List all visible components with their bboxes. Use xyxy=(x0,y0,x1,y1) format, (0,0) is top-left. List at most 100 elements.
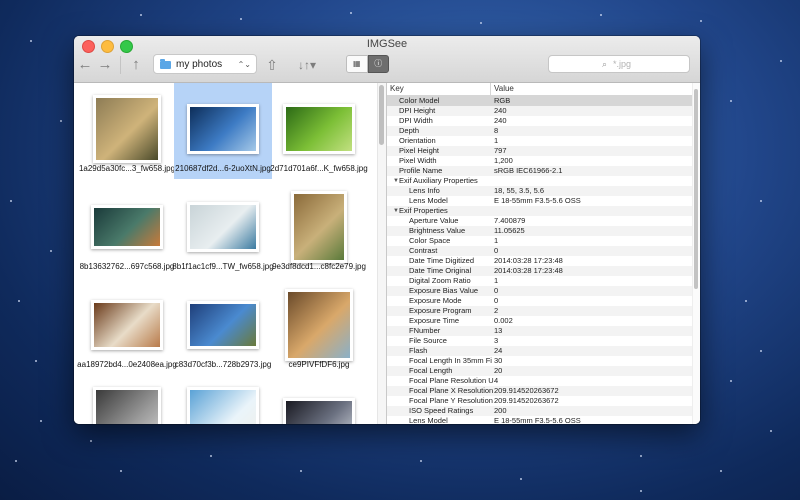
metadata-row[interactable]: Color Space 1 xyxy=(387,236,700,246)
back-arrow-icon[interactable]: ← xyxy=(76,55,94,75)
metadata-value: 2014:03:28 17:23:48 xyxy=(494,256,563,265)
metadata-row[interactable]: Orientation 1 xyxy=(387,136,700,146)
image-tile[interactable]: 1a29d5a30fc...3_fw658.jpg xyxy=(78,83,176,179)
metadata-row[interactable]: Lens Model E 18-55mm F3.5-5.6 OSS xyxy=(387,416,700,424)
column-separator[interactable] xyxy=(490,83,491,95)
image-tile[interactable]: aa18972bd4...0e2408ea.jpg xyxy=(77,277,177,375)
metadata-key: Brightness Value xyxy=(409,226,466,235)
browser-scrollbar[interactable] xyxy=(377,83,386,424)
metadata-key: Digital Zoom Ratio xyxy=(409,276,471,285)
metadata-row[interactable]: Focal Length 20 xyxy=(387,366,700,376)
metadata-row[interactable]: Focal Plane X Resolution 209.914520263672 xyxy=(387,386,700,396)
image-tile[interactable]: 9e3df8dcd1...c8fc2e79.jpg xyxy=(270,179,368,277)
metadata-key: Exposure Time xyxy=(409,316,460,325)
metadata-row[interactable]: File Source 3 xyxy=(387,336,700,346)
image-tile[interactable]: 8b1f1ac1cf9...TW_fw658.jpg xyxy=(172,179,274,277)
metadata-value: 0.002 xyxy=(494,316,513,325)
metadata-row[interactable]: Aperture Value 7.400879 xyxy=(387,216,700,226)
metadata-row[interactable]: Date Time Digitized 2014:03:28 17:23:48 xyxy=(387,256,700,266)
metadata-row[interactable]: Depth 8 xyxy=(387,126,700,136)
metadata-group-row[interactable]: ▼ Exif Auxiliary Properties xyxy=(387,176,700,186)
value-column-header[interactable]: Value xyxy=(494,84,514,93)
metadata-row[interactable]: FNumber 13 xyxy=(387,326,700,336)
path-popup-button[interactable]: my photos ⌃⌄ xyxy=(153,54,257,74)
metadata-group-row[interactable]: ▼ Exif Properties xyxy=(387,206,700,216)
metadata-value: sRGB IEC61966-2.1 xyxy=(494,166,563,175)
image-tile[interactable]: ce9PIVFfDF6.jpg xyxy=(270,277,368,375)
search-field[interactable]: ⌕ *.jpg xyxy=(548,55,690,73)
image-thumbnail[interactable] xyxy=(91,300,163,350)
image-tile[interactable] xyxy=(174,375,272,424)
metadata-value: 24 xyxy=(494,346,503,355)
grid-view-icon[interactable]: ▦ xyxy=(346,55,368,73)
metadata-value: 4 xyxy=(494,376,499,385)
thumbnail-image xyxy=(96,390,158,424)
metadata-row[interactable]: Digital Zoom Ratio 1 xyxy=(387,276,700,286)
metadata-row[interactable]: ISO Speed Ratings 200 xyxy=(387,406,700,416)
image-thumbnail[interactable] xyxy=(187,387,259,424)
info-view-icon[interactable]: ⓘ xyxy=(367,55,389,73)
file-name-label: 9e3df8dcd1...c8fc2e79.jpg xyxy=(272,262,366,271)
image-thumbnail[interactable] xyxy=(285,289,353,361)
metadata-row[interactable]: Pixel Height 797 xyxy=(387,146,700,156)
file-name-label: 8b1f1ac1cf9...TW_fw658.jpg xyxy=(172,262,274,271)
forward-arrow-icon[interactable]: → xyxy=(96,55,114,75)
window-title: IMGSee xyxy=(366,38,408,50)
sort-icon[interactable]: ↓↑▾ xyxy=(294,55,320,75)
image-tile[interactable]: 8b13632762...697c568.jpg xyxy=(78,179,176,277)
metadata-row[interactable]: Exposure Bias Value 0 xyxy=(387,286,700,296)
metadata-key: Date Time Original xyxy=(409,266,472,275)
metadata-row[interactable]: Focal Plane Y Resolution 209.914520263672 xyxy=(387,396,700,406)
image-tile[interactable] xyxy=(78,375,176,424)
metadata-value: 1,200 xyxy=(494,156,513,165)
browser-scroll-knob[interactable] xyxy=(379,85,384,145)
star xyxy=(10,200,12,202)
metadata-row[interactable]: Brightness Value 11.05625 xyxy=(387,226,700,236)
image-thumbnail[interactable] xyxy=(283,104,355,154)
metadata-row[interactable]: Flash 24 xyxy=(387,346,700,356)
metadata-key: Contrast xyxy=(409,246,438,255)
image-thumbnail[interactable] xyxy=(93,95,161,163)
metadata-row[interactable]: Contrast 0 xyxy=(387,246,700,256)
image-tile[interactable]: c83d70cf3b...728b2973.jpg xyxy=(174,277,272,375)
image-tile[interactable] xyxy=(270,375,368,424)
metadata-row[interactable]: Lens Model E 18-55mm F3.5-5.6 OSS xyxy=(387,196,700,206)
metadata-row[interactable]: DPI Width 240 xyxy=(387,116,700,126)
share-icon[interactable]: ⇧ xyxy=(264,55,280,75)
metadata-row[interactable]: DPI Height 240 xyxy=(387,106,700,116)
metadata-key: Focal Length In 35mm Fi xyxy=(409,356,492,365)
metadata-value: 0 xyxy=(494,296,499,305)
metadata-value: RGB xyxy=(494,96,511,105)
image-thumbnail[interactable] xyxy=(91,205,163,249)
image-thumbnail[interactable] xyxy=(187,104,259,154)
image-thumbnail[interactable] xyxy=(283,398,355,424)
image-thumbnail[interactable] xyxy=(291,191,347,263)
image-tile[interactable]: 2d71d701a6f...K_fw658.jpg xyxy=(270,83,368,179)
thumbnail-image xyxy=(96,98,158,160)
metadata-row[interactable]: Exposure Program 2 xyxy=(387,306,700,316)
metadata-row[interactable]: Color Model RGB xyxy=(387,96,700,106)
image-thumbnail[interactable] xyxy=(187,202,259,252)
metadata-key: Lens Info xyxy=(409,186,440,195)
inspector-scroll-knob[interactable] xyxy=(694,89,698,289)
metadata-row[interactable]: Focal Plane Resolution U4 xyxy=(387,376,700,386)
key-column-header[interactable]: Key xyxy=(390,84,404,93)
metadata-row[interactable]: Exposure Mode 0 xyxy=(387,296,700,306)
metadata-row[interactable]: Exposure Time 0.002 xyxy=(387,316,700,326)
popup-arrows-icon: ⌃⌄ xyxy=(237,60,251,69)
metadata-row[interactable]: Pixel Width 1,200 xyxy=(387,156,700,166)
metadata-row[interactable]: Lens Info 18, 55, 3.5, 5.6 xyxy=(387,186,700,196)
image-tile[interactable]: 210687df2d...6-2uoXtN.jpg xyxy=(174,83,272,179)
file-name-label: 210687df2d...6-2uoXtN.jpg xyxy=(175,164,271,173)
metadata-row[interactable]: Profile Name sRGB IEC61966-2.1 xyxy=(387,166,700,176)
metadata-value: 240 xyxy=(494,116,507,125)
image-thumbnail[interactable] xyxy=(187,301,259,349)
up-arrow-icon[interactable]: ↑ xyxy=(128,55,144,75)
image-thumbnail[interactable] xyxy=(93,387,161,424)
metadata-key: DPI Width xyxy=(399,116,433,125)
metadata-row[interactable]: Date Time Original 2014:03:28 17:23:48 xyxy=(387,266,700,276)
metadata-rows: Color Model RGB DPI Height 240 DPI Width 240 D… xyxy=(387,96,700,424)
metadata-row[interactable]: Focal Length In 35mm Fi 30 xyxy=(387,356,700,366)
inspector-scrollbar[interactable] xyxy=(692,83,700,424)
metadata-key: DPI Height xyxy=(399,106,436,115)
